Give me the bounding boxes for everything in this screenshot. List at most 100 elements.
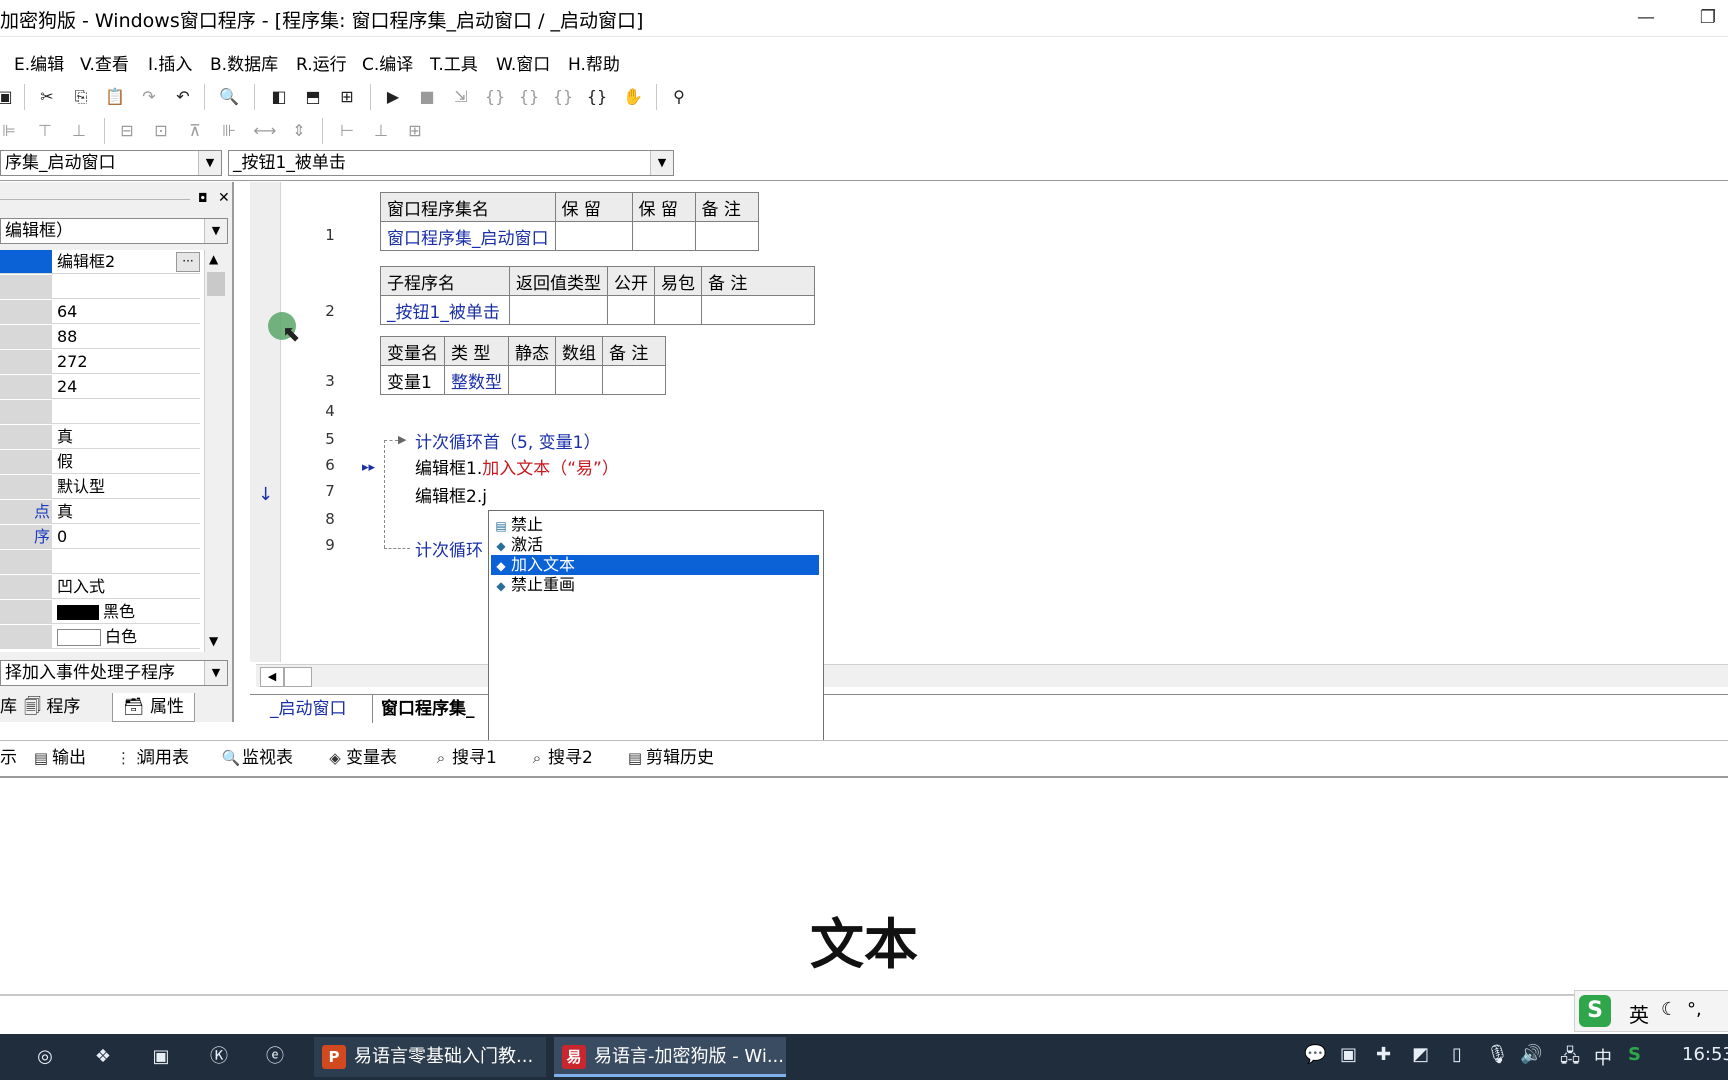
table-cell[interactable]: 整数型 bbox=[444, 365, 509, 395]
table-cell[interactable] bbox=[554, 221, 633, 251]
event-combo[interactable]: 择加入事件处理子程序 ▼ bbox=[0, 660, 228, 686]
chevron-up-icon[interactable]: ▲ bbox=[209, 252, 218, 266]
property-value[interactable]: 凹入式 bbox=[54, 575, 200, 598]
sogou-tray-icon[interactable]: S bbox=[1628, 1044, 1641, 1065]
align-middle-icon[interactable]: ⊼ bbox=[182, 120, 208, 142]
tab-call-stack[interactable]: ⋮⋮调用表 bbox=[116, 745, 189, 771]
property-value[interactable] bbox=[54, 400, 200, 423]
property-value[interactable] bbox=[54, 275, 200, 298]
same-height-icon[interactable]: ⊥ bbox=[368, 120, 394, 142]
run-to-cursor-icon[interactable]: {} bbox=[584, 86, 610, 108]
step-icon[interactable]: ⇲ bbox=[448, 86, 474, 108]
code-line-5[interactable]: 计次循环首（5, 变量1） bbox=[415, 428, 600, 453]
step-into-icon[interactable]: {} bbox=[482, 86, 508, 108]
autocomplete-item[interactable]: ◆ 禁止重画 bbox=[491, 575, 819, 595]
app-icon[interactable]: ❖ bbox=[88, 1042, 118, 1072]
tray-lang[interactable]: 中 bbox=[1594, 1044, 1612, 1070]
chevron-down-icon[interactable]: ▼ bbox=[198, 151, 221, 175]
property-row[interactable]: 24 bbox=[0, 375, 200, 399]
hand-icon[interactable]: ✋ bbox=[620, 86, 646, 108]
moon-icon[interactable]: ☾ bbox=[1661, 999, 1677, 1020]
volume-icon[interactable]: 🔊 bbox=[1520, 1044, 1542, 1065]
menu-run[interactable]: R.运行 bbox=[296, 50, 347, 75]
property-value[interactable]: 64 bbox=[54, 300, 200, 323]
menu-database[interactable]: B.数据库 bbox=[210, 50, 278, 75]
property-row[interactable]: 假 bbox=[0, 450, 200, 474]
property-row[interactable] bbox=[0, 400, 200, 424]
microphone-icon[interactable]: 🎙 bbox=[1486, 1044, 1509, 1065]
chat-icon[interactable]: 💬 bbox=[1304, 1044, 1326, 1065]
chevron-down-icon[interactable]: ▼ bbox=[650, 151, 673, 175]
ime-toolbar[interactable]: S 英 ☾ °, bbox=[1574, 990, 1728, 1032]
property-row[interactable] bbox=[0, 275, 200, 299]
align-top-icon[interactable]: ⊤ bbox=[32, 120, 58, 142]
ellipsis-button[interactable]: ··· bbox=[176, 252, 200, 272]
tab-output[interactable]: ▤ 输出 bbox=[30, 745, 86, 771]
table-cell[interactable]: 变量1 bbox=[380, 365, 445, 395]
table-cell[interactable] bbox=[654, 295, 702, 325]
property-value[interactable]: 真 bbox=[54, 425, 200, 448]
cut-icon[interactable]: ✂ bbox=[34, 86, 60, 108]
network-icon[interactable]: 🖧 bbox=[1560, 1044, 1580, 1074]
property-row[interactable] bbox=[0, 550, 200, 574]
stop-icon[interactable]: ■ bbox=[414, 86, 440, 108]
step-out-icon[interactable]: {} bbox=[550, 86, 576, 108]
tray-app-icon[interactable]: ▣ bbox=[1340, 1044, 1357, 1065]
chevron-down-icon[interactable]: ▼ bbox=[209, 634, 218, 648]
step-over-icon[interactable]: {} bbox=[516, 86, 542, 108]
tray-green-icon[interactable]: ✚ bbox=[1376, 1044, 1391, 1065]
redo-icon[interactable]: ↷ bbox=[136, 86, 162, 108]
property-row[interactable]: 默认型 bbox=[0, 475, 200, 499]
tab-variables[interactable]: ◈ 变量表 bbox=[324, 745, 397, 771]
media-icon[interactable]: ▣ bbox=[146, 1042, 176, 1072]
align-center-icon[interactable]: ⊪ bbox=[216, 120, 242, 142]
close-icon[interactable]: ✕ bbox=[218, 190, 230, 206]
chevron-down-icon[interactable]: ▼ bbox=[204, 661, 227, 685]
copy-icon[interactable]: ⎘ bbox=[68, 86, 94, 108]
horizontal-scrollbar[interactable]: ◀ bbox=[256, 664, 1728, 687]
property-row[interactable]: 序0 bbox=[0, 525, 200, 549]
layout-left-icon[interactable]: ◧ bbox=[266, 86, 292, 108]
scroll-thumb[interactable] bbox=[284, 667, 312, 687]
minimize-button[interactable]: — bbox=[1626, 4, 1666, 32]
menu-tools[interactable]: T.工具 bbox=[430, 50, 478, 75]
find-icon[interactable]: 🔍 bbox=[216, 86, 242, 108]
code-line-7[interactable]: 编辑框2.j bbox=[415, 482, 487, 507]
table-cell[interactable] bbox=[701, 295, 815, 325]
undo-icon[interactable]: ↶ bbox=[170, 86, 196, 108]
table-row[interactable]: 变量1 整数型 bbox=[380, 365, 666, 395]
autocomplete-item[interactable]: ◆ 激活 bbox=[491, 535, 819, 555]
table-cell[interactable] bbox=[607, 295, 655, 325]
tab-clip-history[interactable]: ▤ 剪辑历史 bbox=[624, 745, 714, 771]
property-row[interactable]: 272 bbox=[0, 350, 200, 374]
taskbar-app-tutorial[interactable]: P 易语言零基础入门教... bbox=[314, 1037, 546, 1077]
property-value[interactable]: 24 bbox=[54, 375, 200, 398]
property-value[interactable]: 真 bbox=[54, 500, 200, 523]
nvidia-icon[interactable]: ◩ bbox=[1412, 1044, 1429, 1065]
table-cell[interactable] bbox=[602, 365, 666, 395]
menu-insert[interactable]: I.插入 bbox=[148, 50, 192, 75]
code-line-6[interactable]: 编辑框1.加入文本（“易”） bbox=[415, 454, 619, 479]
property-value[interactable]: 0 bbox=[54, 525, 200, 548]
menu-window[interactable]: W.窗口 bbox=[496, 50, 550, 75]
autocomplete-item-selected[interactable]: ◆ 加入文本 bbox=[491, 555, 819, 575]
autocomplete-item[interactable]: ▤ 禁止 bbox=[491, 515, 819, 535]
table-cell[interactable] bbox=[508, 365, 556, 395]
table-cell[interactable] bbox=[555, 365, 603, 395]
menu-help[interactable]: H.帮助 bbox=[568, 50, 620, 75]
property-row[interactable]: 黑色 bbox=[0, 600, 200, 624]
property-value[interactable]: 假 bbox=[54, 450, 200, 473]
object-combo[interactable]: 编辑框） ▼ bbox=[0, 218, 228, 244]
assembly-combo[interactable]: 序集_启动窗口 ▼ bbox=[0, 150, 222, 176]
tab-library[interactable]: 库 bbox=[0, 693, 17, 721]
scroll-thumb[interactable] bbox=[207, 272, 225, 296]
tab-start-window[interactable]: _启动窗口 bbox=[262, 695, 355, 723]
clock[interactable]: 16:53 bbox=[1682, 1044, 1728, 1065]
menu-view[interactable]: V.查看 bbox=[80, 50, 129, 75]
browser-icon[interactable]: ⓔ bbox=[260, 1042, 290, 1072]
wechat-icon[interactable]: ◎ bbox=[30, 1042, 60, 1072]
table-cell[interactable] bbox=[509, 295, 608, 325]
align-left-icon[interactable]: ⊫ bbox=[0, 120, 22, 142]
binoculars-icon[interactable]: ⚲ bbox=[666, 86, 692, 108]
paste-icon[interactable]: 📋 bbox=[102, 86, 128, 108]
